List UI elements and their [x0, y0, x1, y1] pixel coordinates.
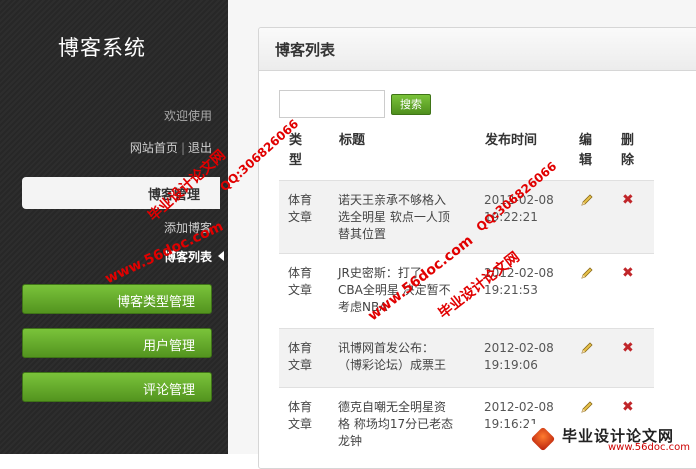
sidebar: 博客系统 欢迎使用 网站首页 | 退出 博客管理 添加博客 博客列表 博客类型管理 … — [0, 0, 228, 454]
cell-title[interactable]: 讯博网首发公布： （博彩论坛）成票王 — [338, 340, 473, 374]
cell-type-line: 文章 — [288, 283, 313, 297]
blog-list-panel: 博客列表 搜索 类 型 标题 发布时间 编 辑 删 除 体育 文章 诺天王亲承不… — [258, 27, 696, 469]
column-header-delete-line: 除 — [621, 153, 635, 168]
column-header-edit: 编 辑 — [579, 131, 592, 171]
panel-header: 博客列表 — [259, 28, 696, 71]
cell-date-line: 2012-02-08 — [484, 341, 554, 355]
cell-type-line: 体育 — [288, 193, 313, 207]
column-header-type-line: 型 — [289, 153, 303, 168]
cell-type-line: 体育 — [288, 400, 313, 414]
cell-date-line: 2012-02-08 — [484, 400, 554, 414]
cell-title-line: 诺天王亲承不够格入 — [338, 193, 447, 207]
cell-type: 体育 文章 — [288, 192, 320, 226]
cell-type-line: 文章 — [288, 210, 313, 224]
pencil-icon[interactable] — [579, 265, 595, 281]
x-icon[interactable]: ✖ — [622, 192, 634, 208]
footer-logo-url: www.56doc.com — [608, 442, 691, 453]
link-separator: | — [180, 141, 185, 155]
main-area: 博客列表 搜索 类 型 标题 发布时间 编 辑 删 除 体育 文章 诺天王亲承不… — [228, 0, 696, 469]
search-button[interactable]: 搜索 — [391, 94, 431, 115]
cell-type: 体育 文章 — [288, 265, 320, 299]
column-header-edit-line: 辑 — [579, 153, 593, 168]
welcome-text: 欢迎使用 — [163, 109, 212, 123]
column-header-title: 标题 — [339, 133, 366, 148]
nav-button-blog-type[interactable]: 博客类型管理 — [22, 284, 212, 314]
column-header-type: 类 型 — [289, 131, 302, 171]
cell-title-line: （博彩论坛）成票王 — [338, 358, 447, 372]
nav-button-comments[interactable]: 评论管理 — [22, 372, 212, 402]
table-row: 体育 文章 讯博网首发公布： （博彩论坛）成票王 2012-02-08 19:1… — [279, 328, 654, 387]
panel-title: 博客列表 — [275, 41, 336, 59]
cell-date: 2012-02-08 19:19:06 — [484, 340, 564, 374]
cell-title-line: 德克自嘲无全明星资 — [338, 400, 447, 414]
cell-type-line: 文章 — [288, 417, 313, 431]
search-input[interactable] — [279, 90, 385, 118]
cell-title[interactable]: 诺天王亲承不够格入 选全明星 软点一人顶 替其位置 — [338, 192, 473, 243]
cell-type-line: 体育 — [288, 341, 313, 355]
column-header-date: 发布时间 — [485, 133, 538, 148]
cell-title-line: 讯博网首发公布： — [338, 341, 435, 355]
nav-button-users[interactable]: 用户管理 — [22, 328, 212, 358]
cell-type-line: 体育 — [288, 266, 313, 280]
column-header-edit-line: 编 — [579, 133, 593, 148]
column-header-delete-line: 删 — [621, 133, 635, 148]
app-title: 博客系统 — [58, 36, 146, 60]
cell-title-line: 选全明星 软点一人顶 — [338, 210, 450, 224]
x-icon[interactable]: ✖ — [622, 265, 634, 281]
cell-type: 体育 文章 — [288, 399, 320, 433]
gem-logo-icon — [530, 426, 556, 452]
pencil-icon[interactable] — [579, 340, 595, 356]
pencil-icon[interactable] — [579, 399, 595, 415]
x-icon[interactable]: ✖ — [622, 399, 634, 415]
footer-logo: 毕业设计论文网 www.56doc.com — [528, 424, 696, 454]
cell-title-line: 格 称场均17分已老态 — [338, 417, 454, 431]
column-header-delete: 删 除 — [621, 131, 634, 171]
top-links: 网站首页 | 退出 — [130, 139, 212, 156]
cell-type: 体育 文章 — [288, 340, 320, 374]
pencil-icon[interactable] — [579, 192, 595, 208]
cell-title-line: 替其位置 — [338, 227, 387, 241]
cell-date-line: 19:21:53 — [484, 283, 538, 297]
cell-title[interactable]: 德克自嘲无全明星资 格 称场均17分已老态 龙钟 — [338, 399, 473, 450]
cell-type-line: 文章 — [288, 358, 313, 372]
cell-date-line: 19:19:06 — [484, 358, 538, 372]
cell-title-line: 龙钟 — [338, 434, 363, 448]
x-icon[interactable]: ✖ — [622, 340, 634, 356]
home-link[interactable]: 网站首页 — [130, 141, 178, 155]
